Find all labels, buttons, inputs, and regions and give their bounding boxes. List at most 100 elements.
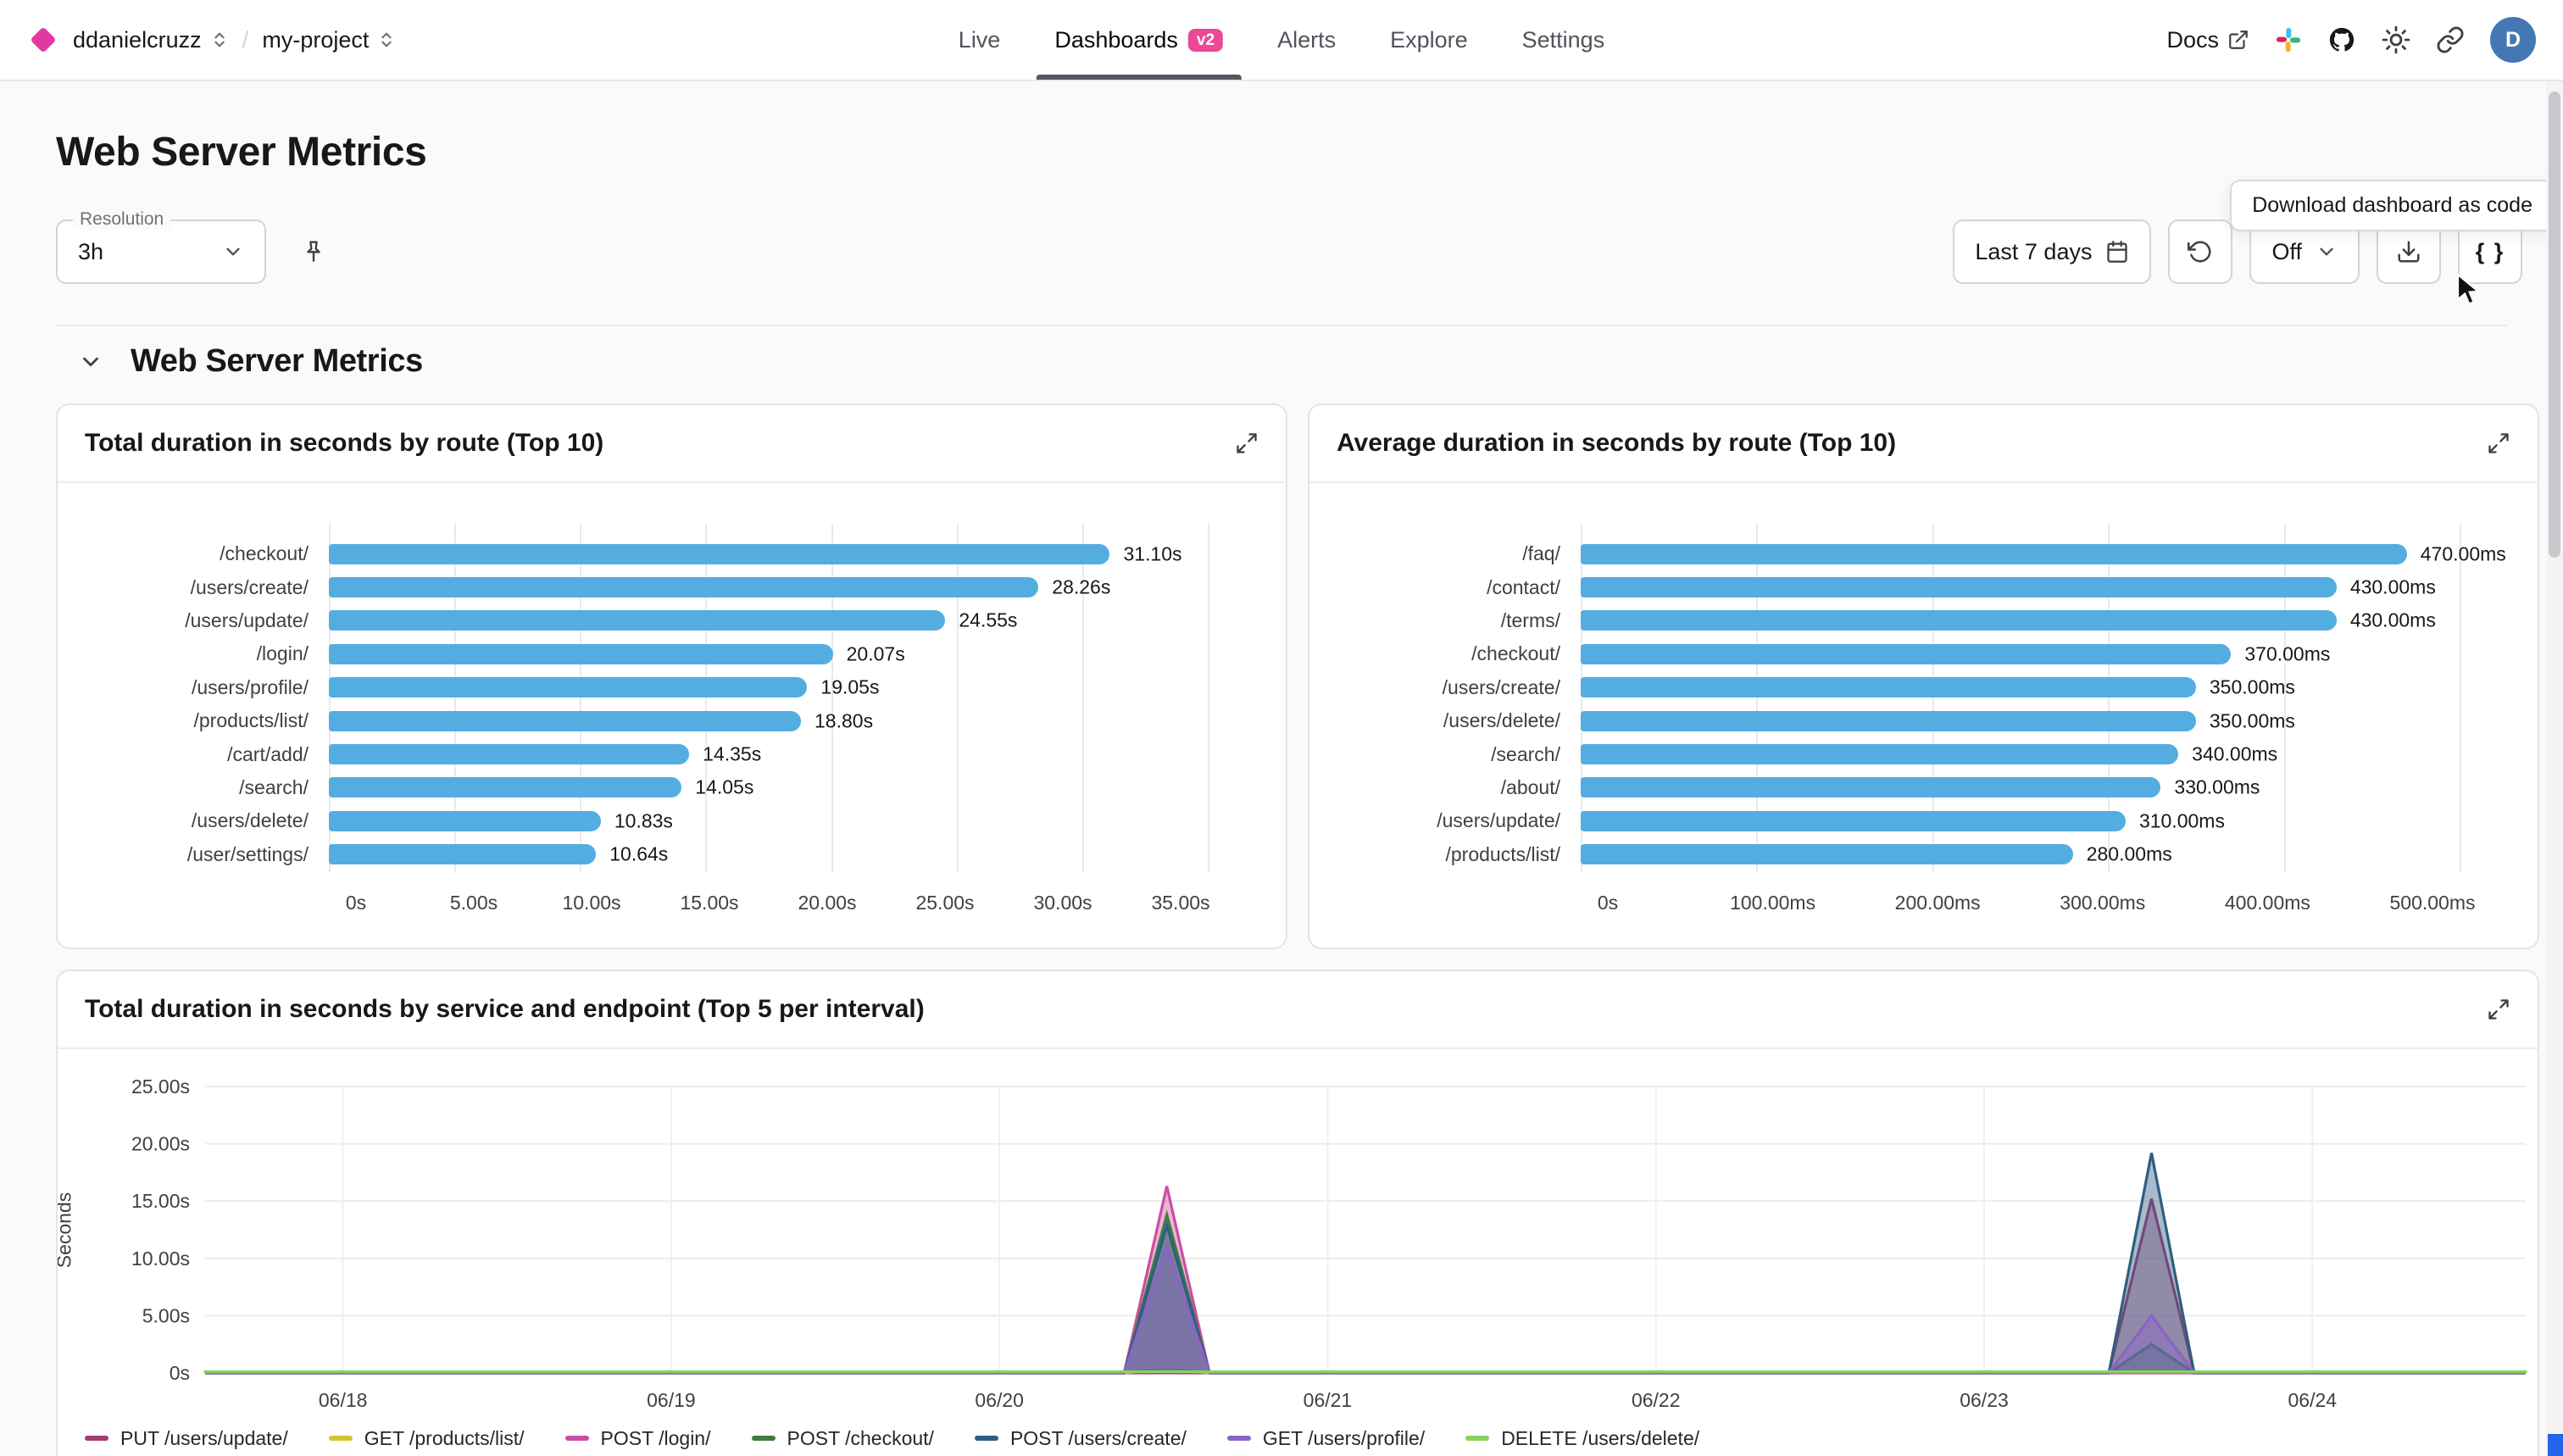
bar-row[interactable]: /about/330.00ms: [1337, 771, 2510, 804]
legend-item[interactable]: PUT /users/update/: [85, 1427, 288, 1450]
bar[interactable]: [329, 644, 833, 664]
topbar-actions: Docs D: [2166, 17, 2536, 63]
nav-item-explore[interactable]: Explore: [1363, 0, 1495, 80]
bar-value-label: 19.05s: [820, 676, 879, 699]
bar-row[interactable]: /search/340.00ms: [1337, 737, 2510, 770]
bar-row[interactable]: /users/profile/19.05s: [85, 671, 1259, 704]
x-axis-tick: 20.00s: [798, 892, 856, 914]
legend-item[interactable]: GET /products/list/: [329, 1427, 525, 1450]
expand-icon[interactable]: [2487, 431, 2510, 455]
bar[interactable]: [329, 610, 945, 631]
bar[interactable]: [329, 777, 681, 797]
bar-row[interactable]: /faq/470.00ms: [1337, 537, 2510, 570]
expand-icon[interactable]: [2487, 998, 2510, 1021]
braces-icon: { }: [2476, 239, 2505, 265]
scrollbar-thumb[interactable]: [2549, 92, 2560, 558]
bar[interactable]: [1581, 744, 2178, 764]
section-header[interactable]: Web Server Metrics: [56, 325, 2507, 383]
bar-category-label: /users/profile/: [85, 676, 309, 699]
bar[interactable]: [1581, 844, 2073, 864]
bar-row[interactable]: /products/list/18.80s: [85, 704, 1259, 737]
x-axis-tick: 15.00s: [680, 892, 738, 914]
bar-value-label: 430.00ms: [2350, 609, 2436, 632]
nav-item-settings[interactable]: Settings: [1495, 0, 1632, 80]
bar[interactable]: [1581, 610, 2337, 631]
bar[interactable]: [1581, 711, 2196, 731]
bar[interactable]: [329, 844, 596, 864]
bar[interactable]: [1581, 577, 2337, 597]
bar[interactable]: [1581, 777, 2160, 797]
time-range-button[interactable]: Last 7 days: [1953, 220, 2151, 284]
bar-chart[interactable]: /checkout/31.10s/users/create/28.26s/use…: [58, 483, 1286, 948]
docs-link[interactable]: Docs: [2166, 27, 2249, 53]
bar[interactable]: [329, 744, 689, 764]
x-axis-tick: 35.00s: [1151, 892, 1209, 914]
scrollbar[interactable]: [2546, 81, 2563, 1456]
org-switcher[interactable]: ddanielcruzz: [73, 27, 229, 53]
github-icon[interactable]: [2327, 25, 2356, 54]
bar[interactable]: [1581, 644, 2231, 664]
bar-category-label: /products/list/: [85, 709, 309, 732]
bar[interactable]: [329, 544, 1109, 564]
chevron-updown-icon: [377, 31, 396, 49]
bar[interactable]: [1581, 811, 2126, 831]
bar-row[interactable]: /users/delete/350.00ms: [1337, 704, 2510, 737]
slack-icon[interactable]: [2275, 26, 2302, 53]
expand-icon[interactable]: [1235, 431, 1259, 455]
scroll-indicator: [2548, 1434, 2563, 1456]
bar[interactable]: [329, 711, 801, 731]
breadcrumb-separator: /: [242, 26, 249, 53]
svg-text:06/21: 06/21: [1304, 1389, 1353, 1411]
nav-item-alerts[interactable]: Alerts: [1250, 0, 1363, 80]
bar-value-label: 310.00ms: [2139, 809, 2225, 832]
bar-row[interactable]: /user/settings/10.64s: [85, 838, 1259, 871]
legend-item[interactable]: DELETE /users/delete/: [1465, 1427, 1699, 1450]
bar-row[interactable]: /users/delete/10.83s: [85, 804, 1259, 837]
bar-row[interactable]: /users/update/24.55s: [85, 604, 1259, 637]
bar[interactable]: [329, 577, 1038, 597]
bar-row[interactable]: /checkout/370.00ms: [1337, 637, 2510, 670]
calendar-icon: [2105, 240, 2129, 264]
theme-toggle-icon[interactable]: [2382, 25, 2410, 54]
bar-category-label: /users/create/: [85, 576, 309, 599]
area-chart[interactable]: Seconds 0s5.00s10.00s15.00s20.00s25.00s0…: [58, 1049, 2538, 1420]
time-range-label: Last 7 days: [1975, 239, 2092, 265]
nav-item-dashboards[interactable]: Dashboardsv2: [1027, 0, 1250, 80]
area-series[interactable]: [205, 1153, 2526, 1373]
svg-text:06/23: 06/23: [1960, 1389, 2009, 1411]
avatar[interactable]: D: [2490, 17, 2536, 63]
legend-item[interactable]: POST /login/: [565, 1427, 711, 1450]
x-axis-tick: 100.00ms: [1730, 892, 1815, 914]
bar[interactable]: [329, 677, 807, 697]
bar[interactable]: [329, 811, 601, 831]
bar-value-label: 330.00ms: [2174, 776, 2260, 799]
bar[interactable]: [1581, 677, 2196, 697]
refresh-button[interactable]: [2168, 220, 2232, 284]
legend-label: DELETE /users/delete/: [1501, 1427, 1699, 1450]
nav-item-live[interactable]: Live: [931, 0, 1028, 80]
bar-row[interactable]: /users/create/350.00ms: [1337, 671, 2510, 704]
bar-row[interactable]: /contact/430.00ms: [1337, 570, 2510, 603]
bar-row[interactable]: /cart/add/14.35s: [85, 737, 1259, 770]
resolution-select[interactable]: Resolution 3h: [56, 220, 266, 284]
bar-row[interactable]: /users/update/310.00ms: [1337, 804, 2510, 837]
bar-chart[interactable]: /faq/470.00ms/contact/430.00ms/terms/430…: [1309, 483, 2538, 948]
legend-item[interactable]: GET /users/profile/: [1227, 1427, 1425, 1450]
pin-resolution-button[interactable]: [283, 221, 344, 282]
bar-category-label: /checkout/: [85, 542, 309, 565]
share-link-icon[interactable]: [2436, 25, 2465, 54]
bar-row[interactable]: /products/list/280.00ms: [1337, 838, 2510, 871]
bar-value-label: 10.64s: [609, 843, 668, 866]
project-switcher[interactable]: my-project: [262, 27, 396, 53]
x-axis-tick: 30.00s: [1033, 892, 1092, 914]
legend-label: GET /users/profile/: [1263, 1427, 1425, 1450]
legend-item[interactable]: POST /checkout/: [752, 1427, 934, 1450]
bar-row[interactable]: /checkout/31.10s: [85, 537, 1259, 570]
bar-row[interactable]: /search/14.05s: [85, 771, 1259, 804]
bar-category-label: /checkout/: [1337, 642, 1560, 665]
legend-item[interactable]: POST /users/create/: [975, 1427, 1187, 1450]
bar-row[interactable]: /users/create/28.26s: [85, 570, 1259, 603]
bar-row[interactable]: /login/20.07s: [85, 637, 1259, 670]
bar[interactable]: [1581, 544, 2407, 564]
bar-row[interactable]: /terms/430.00ms: [1337, 604, 2510, 637]
